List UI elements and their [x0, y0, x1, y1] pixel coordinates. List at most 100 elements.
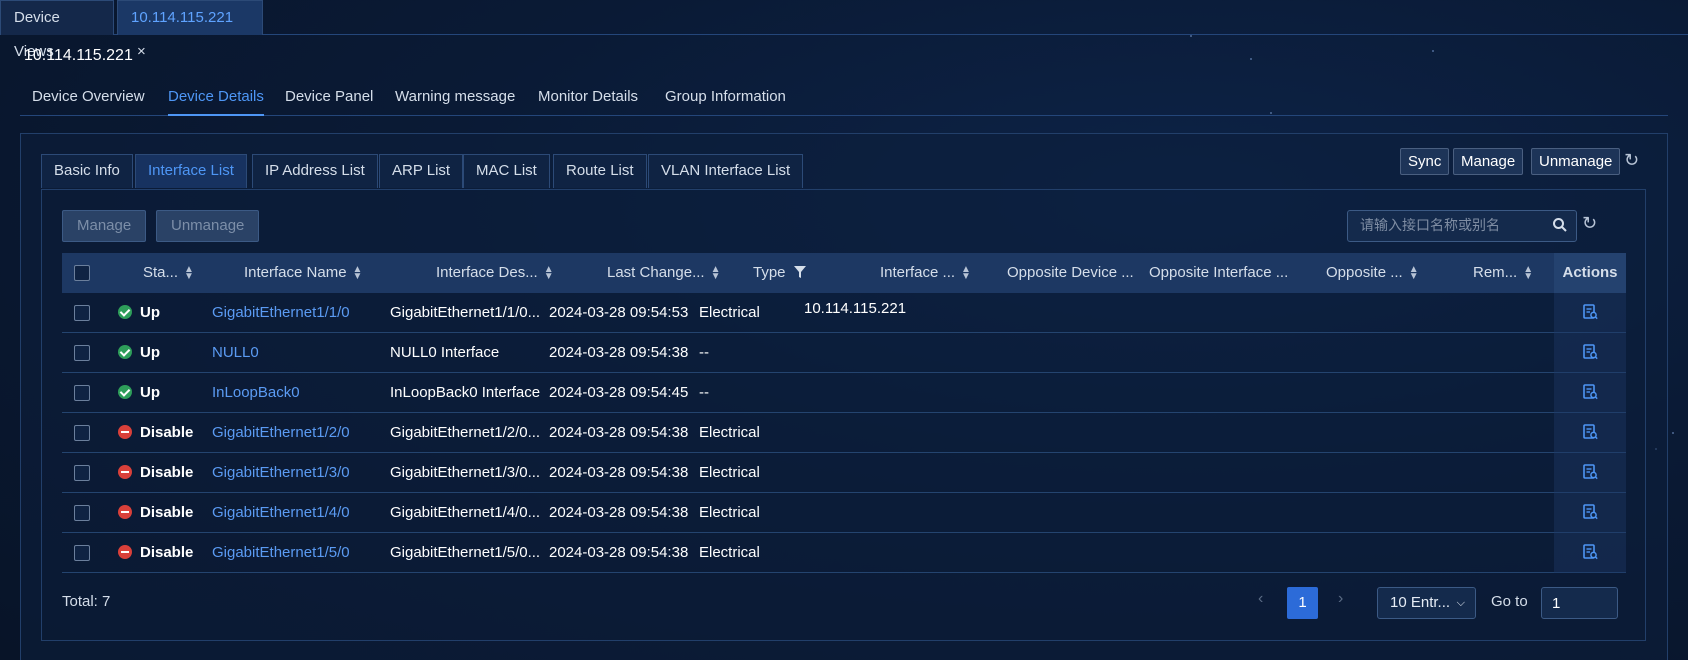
row-actions [1554, 333, 1626, 373]
prev-page-icon[interactable]: ‹ [1258, 590, 1263, 608]
unmanage-button[interactable]: Unmanage [1531, 148, 1621, 175]
row-checkbox[interactable] [74, 385, 90, 401]
sync-button[interactable]: Sync [1400, 148, 1450, 175]
column-opposite[interactable]: Opposite ... ▲ ▼ [1326, 253, 1419, 293]
row-checkbox[interactable] [74, 345, 90, 361]
interface-name-link[interactable]: GigabitEthernet1/3/0 [212, 453, 350, 493]
table-row[interactable]: Disable GigabitEthernet1/3/0 GigabitEthe… [62, 453, 1626, 493]
unmanage-selected-button[interactable]: Unmanage [156, 210, 260, 242]
tab-device-panel[interactable]: Device Panel [285, 86, 373, 116]
row-actions [1554, 293, 1626, 333]
tab-device-details[interactable]: Device Details [168, 86, 264, 116]
select-all-checkbox[interactable] [74, 265, 90, 281]
tab-interface-list[interactable]: Interface List [135, 154, 247, 188]
table-row[interactable]: Up GigabitEthernet1/1/0 GigabitEthernet1… [62, 293, 1626, 333]
search-box [1347, 210, 1577, 242]
column-status[interactable]: Sta... ▲ ▼ [143, 253, 194, 293]
table-row[interactable]: Disable GigabitEthernet1/5/0 GigabitEthe… [62, 533, 1626, 573]
column-opposite-interface[interactable]: Opposite Interface ... [1149, 253, 1288, 293]
window-tab-device-views[interactable]: Device Views [0, 0, 114, 60]
row-checkbox[interactable] [74, 545, 90, 561]
manage-selected-button[interactable]: Manage [62, 210, 147, 242]
row-checkbox[interactable] [74, 305, 90, 321]
filter-icon[interactable] [793, 254, 806, 294]
search-icon[interactable] [1552, 217, 1568, 237]
interface-type: -- [699, 384, 709, 401]
search-input[interactable] [1348, 211, 1548, 241]
tab-arp-list[interactable]: ARP List [379, 154, 464, 188]
table-header: Sta... ▲ ▼ Interface Name ▲ ▼ Interface Des.… [62, 253, 1626, 293]
sort-icon[interactable]: ▲ ▼ [711, 265, 721, 282]
interface-name-link[interactable]: GigabitEthernet1/1/0 [212, 293, 350, 333]
sort-icon[interactable]: ▲ ▼ [353, 265, 363, 282]
page-number[interactable]: 1 [1287, 587, 1318, 619]
next-page-icon[interactable]: › [1338, 590, 1343, 608]
sort-icon[interactable]: ▲ ▼ [184, 265, 194, 282]
column-remark[interactable]: Rem... ▲ ▼ [1473, 253, 1533, 293]
interface-name-link[interactable]: GigabitEthernet1/5/0 [212, 533, 350, 573]
table-row[interactable]: Up NULL0 NULL0 Interface 2024-03-28 09:5… [62, 333, 1626, 373]
sort-icon[interactable]: ▲ ▼ [1409, 265, 1419, 282]
status-badge: Disable [118, 493, 193, 533]
row-actions [1554, 413, 1626, 453]
row-actions [1554, 533, 1626, 573]
status-badge: Up [118, 293, 160, 333]
tab-warning-message[interactable]: Warning message [395, 86, 515, 116]
column-last-change[interactable]: Last Change... ▲ ▼ [607, 253, 721, 293]
table-row[interactable]: Disable GigabitEthernet1/4/0 GigabitEthe… [62, 493, 1626, 533]
last-change-time: 2024-03-28 09:54:45 [549, 384, 689, 401]
total-count: Total: 7 [62, 593, 111, 610]
interface-name-link[interactable]: InLoopBack0 [212, 373, 300, 413]
view-details-icon[interactable] [1582, 296, 1598, 336]
table-refresh-icon[interactable]: ↻ [1582, 213, 1597, 234]
interface-description: GigabitEthernet1/2/0... [390, 424, 541, 441]
last-change-time: 2024-03-28 09:54:38 [549, 464, 689, 481]
row-actions [1554, 493, 1626, 533]
interface-name-link[interactable]: GigabitEthernet1/2/0 [212, 413, 350, 453]
interface-type: Electrical [699, 424, 760, 441]
column-interface-name[interactable]: Interface Name ▲ ▼ [244, 253, 363, 293]
interface-type: Electrical [699, 504, 760, 521]
view-details-icon[interactable] [1582, 536, 1598, 576]
column-type[interactable]: Type [753, 253, 806, 293]
interface-name-link[interactable]: GigabitEthernet1/4/0 [212, 493, 350, 533]
view-details-icon[interactable] [1582, 336, 1598, 376]
table-row[interactable]: Disable GigabitEthernet1/2/0 GigabitEthe… [62, 413, 1626, 453]
goto-input[interactable] [1542, 588, 1612, 618]
column-interface-description[interactable]: Interface Des... ▲ ▼ [436, 253, 554, 293]
tab-route-list[interactable]: Route List [553, 154, 647, 188]
refresh-icon[interactable]: ↻ [1624, 150, 1639, 171]
page-size-select[interactable]: 10 Entr... ⌵ [1377, 587, 1476, 619]
tab-mac-list[interactable]: MAC List [463, 154, 550, 188]
interface-description: GigabitEthernet1/1/0... [390, 304, 541, 321]
column-interface-ip[interactable]: Interface ... ▲ ▼ [880, 253, 971, 293]
sort-icon[interactable]: ▲ ▼ [961, 265, 971, 282]
tab-device-overview[interactable]: Device Overview [32, 86, 145, 116]
tab-basic-info[interactable]: Basic Info [41, 154, 133, 188]
row-actions [1554, 373, 1626, 413]
row-checkbox[interactable] [74, 465, 90, 481]
sort-icon[interactable]: ▲ ▼ [544, 265, 554, 282]
tab-ip-address-list[interactable]: IP Address List [252, 154, 378, 188]
close-icon[interactable]: × [137, 43, 146, 60]
tab-monitor-details[interactable]: Monitor Details [538, 86, 638, 116]
status-disable-icon [118, 545, 132, 559]
view-details-icon[interactable] [1582, 376, 1598, 416]
view-details-icon[interactable] [1582, 496, 1598, 536]
last-change-time: 2024-03-28 09:54:38 [549, 544, 689, 561]
sort-icon[interactable]: ▲ ▼ [1523, 265, 1533, 282]
tab-vlan-interface-list[interactable]: VLAN Interface List [648, 154, 804, 188]
table-row[interactable]: Up InLoopBack0 InLoopBack0 Interface 202… [62, 373, 1626, 413]
view-details-icon[interactable] [1582, 456, 1598, 496]
manage-button[interactable]: Manage [1453, 148, 1524, 175]
window-tab-device[interactable]: 10.114.115.221 × [117, 0, 263, 60]
interface-type: -- [699, 344, 709, 361]
row-checkbox[interactable] [74, 425, 90, 441]
view-details-icon[interactable] [1582, 416, 1598, 456]
interface-name-link[interactable]: NULL0 [212, 333, 259, 373]
tab-group-information[interactable]: Group Information [665, 86, 786, 116]
goto-label: Go to [1491, 593, 1528, 610]
row-checkbox[interactable] [74, 505, 90, 521]
column-opposite-device[interactable]: Opposite Device ... [1007, 253, 1134, 293]
interface-type: Electrical [699, 464, 760, 481]
